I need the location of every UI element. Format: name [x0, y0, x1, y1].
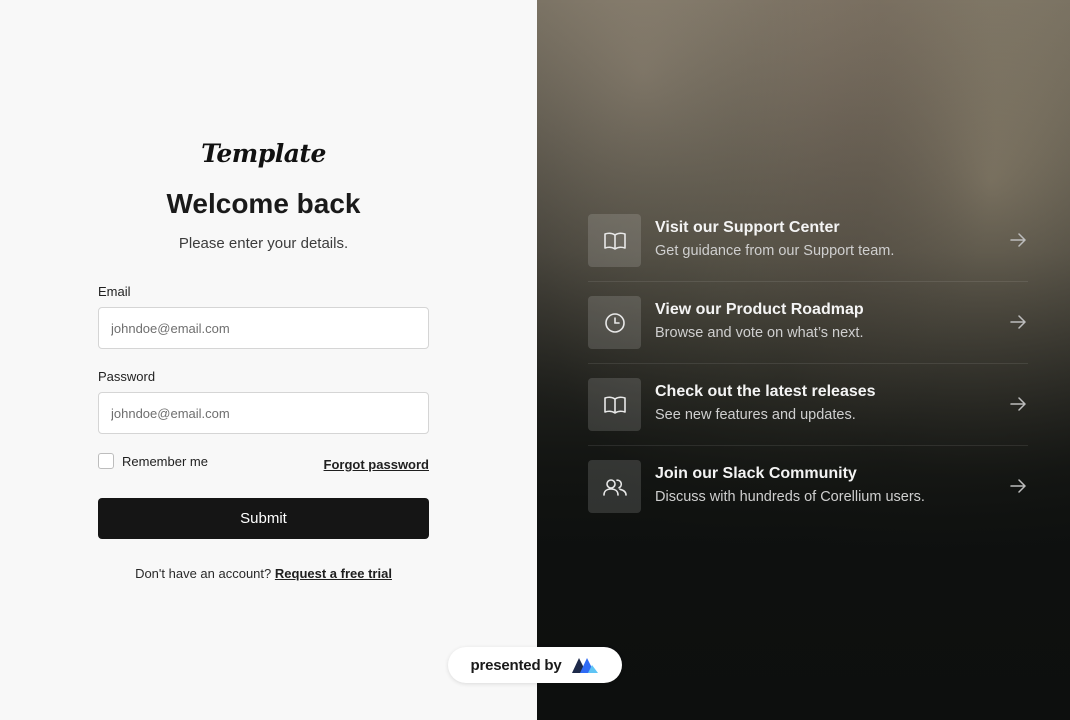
email-label: Email	[98, 284, 131, 299]
arrow-right-icon	[1010, 479, 1026, 493]
resource-description: Browse and vote on what’s next.	[655, 325, 864, 341]
page-subtitle: Please enter your details.	[178, 235, 349, 252]
brand-logo: Template	[201, 139, 326, 168]
signup-prompt: Don't have an account? Request a free tr…	[0, 566, 527, 581]
login-panel: Template Welcome back Please enter your …	[0, 0, 537, 720]
book-icon	[588, 378, 641, 431]
resource-description: Discuss with hundreds of Corellium users…	[655, 489, 925, 505]
badge-text: presented by	[470, 656, 562, 674]
request-trial-link[interactable]: Request a free trial	[275, 566, 392, 581]
resource-description: Get guidance from our Support team.	[655, 243, 895, 259]
brand-logo-icon	[572, 658, 599, 673]
resources-panel: Visit our Support Center Get guidance fr…	[537, 0, 1070, 720]
page-title: Welcome back	[166, 188, 361, 219]
users-icon	[588, 460, 641, 513]
arrow-right-icon	[1010, 397, 1026, 411]
signup-prompt-text: Don't have an account?	[135, 566, 272, 581]
password-field[interactable]	[98, 392, 429, 434]
remember-me-label: Remember me	[122, 453, 208, 469]
presented-by-badge[interactable]: presented by	[448, 647, 622, 683]
resource-card-roadmap[interactable]: View our Product Roadmap Browse and vote…	[588, 282, 1028, 364]
resource-title: Visit our Support Center	[655, 219, 840, 236]
resource-card-releases[interactable]: Check out the latest releases See new fe…	[588, 364, 1028, 446]
checkbox-box[interactable]	[98, 453, 114, 469]
resource-card-slack[interactable]: Join our Slack Community Discuss with hu…	[588, 446, 1028, 528]
clock-icon	[588, 296, 641, 349]
arrow-right-icon	[1010, 315, 1026, 329]
password-label: Password	[98, 369, 156, 384]
resource-title: View our Product Roadmap	[655, 301, 864, 318]
book-icon	[588, 214, 641, 267]
resource-card-support[interactable]: Visit our Support Center Get guidance fr…	[588, 200, 1028, 282]
remember-me-checkbox[interactable]: Remember me	[98, 453, 208, 469]
email-field[interactable]	[98, 307, 429, 349]
resource-title: Join our Slack Community	[655, 465, 857, 482]
forgot-password-link[interactable]: Forgot password	[324, 457, 429, 472]
resource-description: See new features and updates.	[655, 407, 856, 423]
submit-button[interactable]: Submit	[98, 498, 429, 539]
arrow-right-icon	[1010, 233, 1026, 247]
resource-title: Check out the latest releases	[655, 383, 876, 400]
